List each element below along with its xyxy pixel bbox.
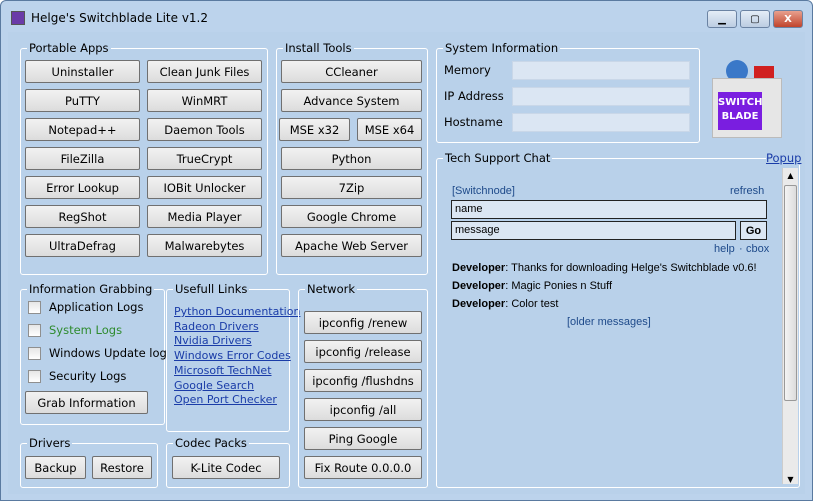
mse-x32-button[interactable]: MSE x32 [279, 118, 350, 141]
group-title: Information Grabbing [27, 282, 155, 296]
portable-app-button[interactable]: Uninstaller [25, 60, 140, 83]
useful-link[interactable]: Windows Error Codes [174, 349, 291, 362]
checkbox-label: Windows Update log [49, 346, 167, 360]
system-logs-checkbox[interactable]: System Logs [28, 323, 122, 337]
7zip-button[interactable]: 7Zip [281, 176, 422, 199]
chat-user: Developer [452, 262, 506, 274]
grab-information-button[interactable]: Grab Information [25, 391, 148, 414]
advance-system-button[interactable]: Advance System [281, 89, 422, 112]
restore-button[interactable]: Restore [92, 456, 152, 479]
hostname-label: Hostname [444, 115, 503, 129]
portable-app-button[interactable]: Notepad++ [25, 118, 140, 141]
mse-x64-button[interactable]: MSE x64 [357, 118, 422, 141]
memory-label: Memory [444, 63, 491, 77]
popup-link[interactable]: Popup [766, 151, 802, 165]
group-title: Usefull Links [173, 282, 250, 296]
portable-app-button[interactable]: IOBit Unlocker [147, 176, 262, 199]
chat-message-input[interactable]: message [451, 221, 736, 240]
switchblade-logo: SWITCH BLADE [708, 60, 786, 140]
useful-link[interactable]: Microsoft TechNet [174, 364, 272, 377]
group-title: Network [305, 282, 358, 296]
hostname-field[interactable] [512, 113, 690, 132]
useful-link[interactable]: Open Port Checker [174, 393, 277, 406]
scroll-down-arrow-icon[interactable]: ▼ [783, 475, 798, 484]
useful-link[interactable]: Radeon Drivers [174, 320, 259, 333]
network-button[interactable]: ipconfig /release [304, 340, 422, 363]
memory-field[interactable] [512, 61, 690, 80]
checkbox-box [28, 323, 41, 337]
portable-app-button[interactable]: Error Lookup [25, 176, 140, 199]
maximize-button[interactable]: ▢ [740, 10, 770, 28]
chat-text: : Magic Ponies n Stuff [505, 280, 613, 292]
network-button[interactable]: Ping Google [304, 427, 422, 450]
older-messages-link[interactable]: [older messages] [567, 316, 651, 328]
application-logs-checkbox[interactable]: Application Logs [28, 300, 143, 314]
chat-message: Developer: Magic Ponies n Stuff [452, 280, 612, 292]
checkbox-box [28, 346, 41, 360]
logo-text: SWITCH BLADE [718, 92, 762, 130]
chat-name-input[interactable]: name [451, 200, 767, 219]
portable-app-button[interactable]: WinMRT [147, 89, 262, 112]
google-chrome-button[interactable]: Google Chrome [281, 205, 422, 228]
portable-app-button[interactable]: UltraDefrag [25, 234, 140, 257]
checkbox-box [28, 369, 41, 383]
portable-app-button[interactable]: PuTTY [25, 89, 140, 112]
group-title: Tech Support Chat [443, 151, 553, 165]
useful-link[interactable]: Nvidia Drivers [174, 334, 252, 347]
network-button[interactable]: ipconfig /flushdns [304, 369, 422, 392]
cbox-link[interactable]: cbox [746, 243, 769, 255]
security-logs-checkbox[interactable]: Security Logs [28, 369, 126, 383]
portable-app-button[interactable]: TrueCrypt [147, 147, 262, 170]
portable-app-button[interactable]: Malwarebytes [147, 234, 262, 257]
help-link[interactable]: help [714, 243, 735, 255]
portable-app-button[interactable]: Clean Junk Files [147, 60, 262, 83]
ip-field[interactable] [512, 87, 690, 106]
refresh-link[interactable]: refresh [730, 185, 764, 197]
chat-message: Developer: Color test [452, 298, 558, 310]
network-button[interactable]: ipconfig /renew [304, 311, 422, 334]
ip-label: IP Address [444, 89, 504, 103]
windows-update-log-checkbox[interactable]: Windows Update log [28, 346, 167, 360]
checkbox-label: System Logs [49, 323, 123, 337]
checkbox-box [28, 300, 41, 314]
portable-app-button[interactable]: FileZilla [25, 147, 140, 170]
useful-link[interactable]: Python Documentation [174, 305, 300, 318]
window-title: Helge's Switchblade Lite v1.2 [31, 11, 209, 25]
group-title: System Information [443, 41, 561, 55]
close-button[interactable]: X [773, 10, 803, 28]
scroll-up-arrow-icon[interactable]: ▲ [783, 168, 798, 184]
k-lite-codec-button[interactable]: K-Lite Codec [172, 456, 280, 479]
chat-message: Developer: Thanks for downloading Helge'… [452, 262, 757, 274]
useful-link[interactable]: Google Search [174, 379, 254, 392]
chat-scrollbar[interactable]: ▲ ▼ [782, 168, 798, 484]
group-title: Install Tools [283, 41, 354, 55]
separator: · [739, 243, 743, 255]
group-title: Drivers [27, 436, 73, 450]
portable-app-button[interactable]: RegShot [25, 205, 140, 228]
chat-user: Developer [452, 280, 506, 292]
chat-go-button[interactable]: Go [740, 221, 767, 240]
chat-user: Developer [452, 298, 506, 310]
backup-button[interactable]: Backup [25, 456, 86, 479]
portable-app-button[interactable]: Media Player [147, 205, 262, 228]
ccleaner-button[interactable]: CCleaner [281, 60, 422, 83]
network-button[interactable]: Fix Route 0.0.0.0 [304, 456, 422, 479]
network-button[interactable]: ipconfig /all [304, 398, 422, 421]
checkbox-label: Security Logs [49, 369, 127, 383]
python-button[interactable]: Python [281, 147, 422, 170]
portable-app-button[interactable]: Daemon Tools [147, 118, 262, 141]
chat-channel-link[interactable]: [Switchnode] [452, 185, 515, 197]
group-title: Codec Packs [173, 436, 249, 450]
checkbox-label: Application Logs [49, 300, 144, 314]
group-title: Portable Apps [27, 41, 111, 55]
app-icon [11, 11, 25, 25]
chat-text: : Thanks for downloading Helge's Switchb… [505, 262, 757, 274]
scroll-thumb[interactable] [784, 185, 797, 401]
apache-button[interactable]: Apache Web Server [281, 234, 422, 257]
chat-text: : Color test [505, 298, 559, 310]
minimize-button[interactable]: ▁ [707, 10, 737, 28]
